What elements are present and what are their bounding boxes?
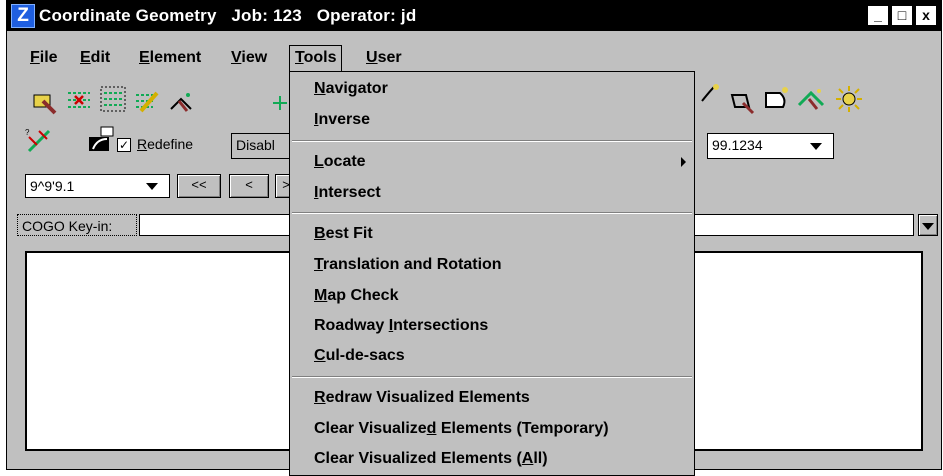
svg-text:?: ?	[25, 128, 30, 137]
menu-item-navigator[interactable]: Navigator	[314, 77, 388, 101]
menu-item-best-fit[interactable]: Best Fit	[314, 222, 373, 246]
menu-file[interactable]: File	[25, 45, 63, 71]
redefine-label: Redefine	[137, 136, 194, 152]
visualize-arrow-icon[interactable]	[797, 85, 825, 113]
keyin-label: COGO Key-in:	[17, 214, 137, 236]
precision-value: 99.1234	[712, 137, 763, 153]
visualize-point-icon[interactable]	[167, 89, 195, 117]
menu-tools[interactable]: Tools	[289, 45, 343, 72]
menu-item-translation-rotation[interactable]: Translation and Rotation	[314, 253, 502, 277]
chevron-down-icon	[146, 183, 158, 190]
close-button[interactable]: x	[915, 5, 937, 26]
mnemonic-char: d	[426, 420, 437, 437]
select-elements-icon[interactable]	[99, 85, 127, 113]
menu-item-clear-visualized-all[interactable]: Clear Visualized Elements (All)	[314, 447, 548, 471]
locate-mode-select[interactable]: Disabl	[231, 133, 296, 159]
mnemonic-char: I	[388, 317, 394, 334]
menu-item-clear-visualized-temporary[interactable]: Clear Visualized Elements (Temporary)	[314, 417, 609, 441]
menu-separator	[292, 212, 692, 214]
submenu-arrow-icon	[681, 157, 686, 167]
sun-icon[interactable]	[835, 85, 863, 113]
mnemonic-char: A	[521, 450, 534, 467]
app-logo-icon[interactable]: Z	[11, 4, 35, 28]
store-point-icon[interactable]	[269, 89, 291, 117]
angle-select[interactable]: 9^9'9.1	[25, 174, 170, 198]
edit-element-icon[interactable]	[133, 87, 161, 115]
menu-user[interactable]: User	[361, 45, 407, 71]
previous-button[interactable]: <	[229, 174, 269, 198]
title-bar[interactable]: Z Coordinate Geometry Job: 123 Operator:…	[7, 1, 941, 31]
first-button[interactable]: <<	[177, 174, 221, 198]
redefine-line-icon[interactable]	[763, 85, 791, 113]
locate-point-icon[interactable]	[31, 89, 59, 117]
menu-separator	[292, 140, 692, 142]
window-title: Coordinate Geometry Job: 123 Operator: j…	[39, 6, 417, 25]
display-curve-icon[interactable]	[87, 125, 115, 153]
intersect-point-icon[interactable]: ?	[25, 127, 53, 155]
menu-item-inverse[interactable]: Inverse	[314, 108, 370, 132]
locate-spiral-icon[interactable]	[729, 89, 757, 117]
menu-item-cul-de-sacs[interactable]: Cul-de-sacs	[314, 344, 405, 368]
angle-value: 9^9'9.1	[30, 178, 75, 194]
locate-curve-icon[interactable]	[700, 81, 724, 109]
menu-item-roadway-intersections[interactable]: Roadway Intersections	[314, 314, 488, 338]
precision-select[interactable]: 99.1234	[707, 133, 834, 159]
menu-item-locate[interactable]: Locate	[314, 150, 366, 174]
menu-element[interactable]: Element	[134, 45, 206, 71]
menu-view[interactable]: View	[226, 45, 272, 71]
menu-item-map-check[interactable]: Map Check	[314, 284, 398, 308]
keyin-history-button[interactable]	[918, 214, 938, 236]
menu-edit[interactable]: Edit	[75, 45, 115, 71]
maximize-button[interactable]: □	[891, 5, 913, 26]
menu-separator	[292, 376, 692, 378]
redefine-checkbox[interactable]: ✓	[117, 138, 131, 152]
chevron-down-icon	[922, 223, 934, 230]
menu-item-redraw-visualized[interactable]: Redraw Visualized Elements	[314, 386, 530, 410]
chevron-down-icon	[810, 143, 822, 150]
delete-element-icon[interactable]	[65, 87, 93, 115]
menu-item-intersect[interactable]: Intersect	[314, 181, 381, 205]
tools-menu: Navigator Inverse Locate Intersect Best …	[289, 71, 695, 476]
menu-bar: File Edit Element View Tools User	[7, 45, 941, 72]
minimize-button[interactable]: _	[867, 5, 889, 26]
